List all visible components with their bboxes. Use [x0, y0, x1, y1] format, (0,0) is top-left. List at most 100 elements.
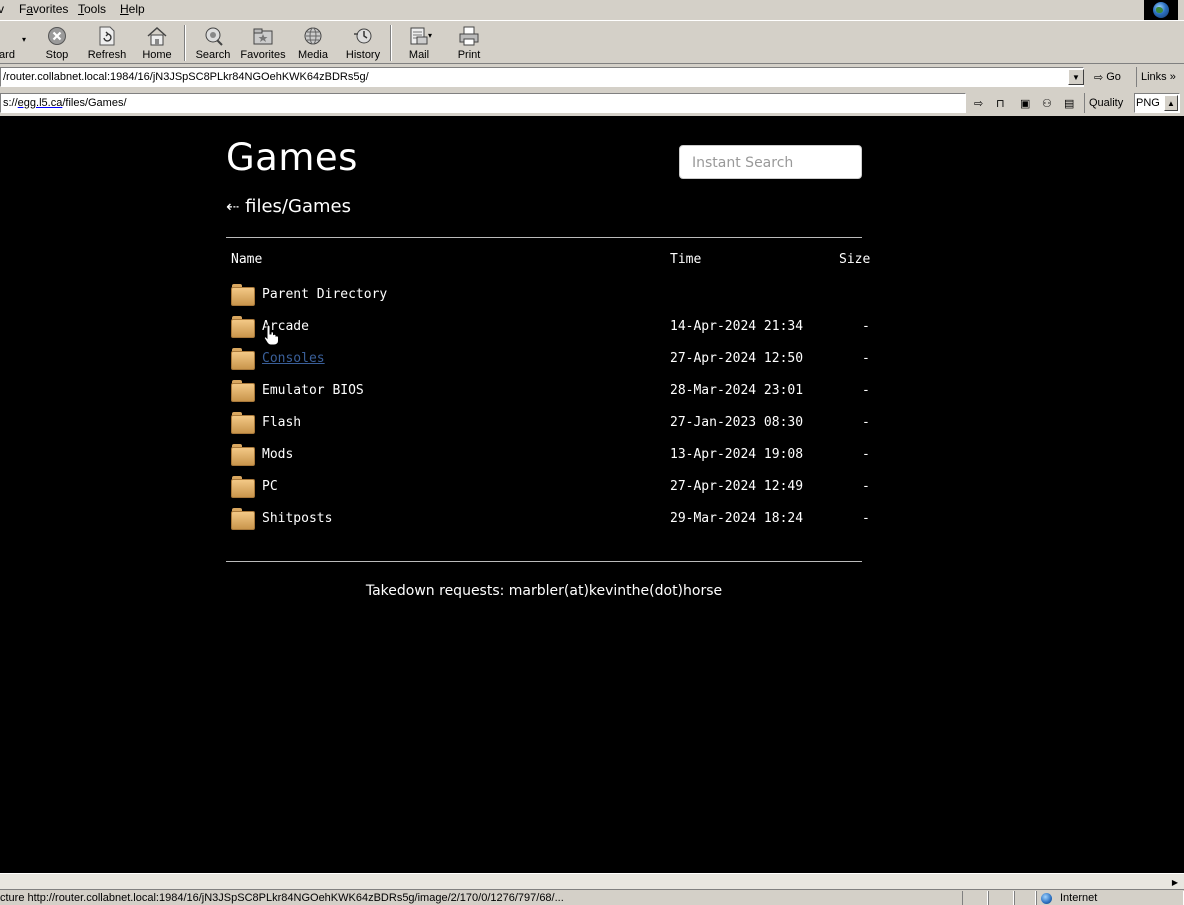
- print-label: Print: [457, 49, 481, 61]
- menu-tools[interactable]: Tools: [78, 2, 106, 16]
- print-button[interactable]: Print: [446, 25, 492, 63]
- format-spinner-icon[interactable]: ▲: [1164, 95, 1178, 111]
- quality-text: Quality: [1089, 97, 1124, 109]
- divider: [226, 237, 862, 238]
- favorites-folder-icon: [252, 25, 274, 47]
- file-time: 14-Apr-2024 21:34: [670, 319, 804, 334]
- address-dropdown-icon[interactable]: ▼: [1068, 69, 1084, 85]
- zone-pane: Internet: [1036, 891, 1184, 905]
- stop-button[interactable]: Stop: [34, 25, 80, 63]
- file-time: 29-Mar-2024 18:24: [670, 511, 804, 526]
- folder-icon: [231, 508, 255, 530]
- proxy-url-host: egg.l5.ca: [17, 97, 63, 109]
- table-row[interactable]: Flash 27-Jan-2023 08:30 -: [231, 412, 881, 438]
- proxy-url-input[interactable]: s://egg.l5.ca/files/Games/: [0, 93, 966, 113]
- folder-icon: [231, 284, 255, 306]
- file-size: -: [862, 415, 870, 430]
- menu-bar: v Favorites Tools Help: [0, 0, 1184, 20]
- file-size: -: [862, 319, 870, 334]
- refresh-label: Refresh: [87, 49, 127, 61]
- menu-favorites[interactable]: Favorites: [19, 2, 68, 16]
- history-button[interactable]: History: [340, 25, 386, 63]
- folder-icon: [231, 444, 255, 466]
- folder-icon: [231, 476, 255, 498]
- folder-icon: [231, 316, 255, 338]
- column-header-size[interactable]: Size: [839, 252, 870, 267]
- toolbar-separator: [390, 25, 392, 61]
- mail-label: Mail: [408, 49, 430, 61]
- proxy-url-path: /files/Games/: [62, 97, 127, 109]
- address-input[interactable]: /router.collabnet.local:1984/16/jN3JSpSC…: [0, 67, 1084, 87]
- file-size: -: [862, 383, 870, 398]
- status-text: cture http://router.collabnet.local:1984…: [0, 892, 564, 904]
- forward-arrow-icon: [0, 25, 18, 47]
- save-icon: ▣: [1020, 97, 1031, 110]
- menu-view[interactable]: v: [0, 2, 4, 16]
- refresh-icon: [96, 25, 118, 47]
- address-url: /router.collabnet.local:1984/16/jN3JSpSC…: [3, 71, 369, 83]
- file-name-link[interactable]: Parent Directory: [262, 287, 387, 302]
- home-button[interactable]: Home: [134, 25, 180, 63]
- page-title: Games: [226, 136, 358, 179]
- history-icon: [352, 25, 374, 47]
- table-row[interactable]: Mods 13-Apr-2024 19:08 -: [231, 444, 881, 470]
- internet-zone-icon: [1041, 892, 1052, 904]
- table-row[interactable]: Emulator BIOS 28-Mar-2024 23:01 -: [231, 380, 881, 406]
- file-size: -: [862, 351, 870, 366]
- file-time: 27-Jan-2023 08:30: [670, 415, 804, 430]
- search-label: Search: [195, 49, 231, 61]
- file-name-link[interactable]: Consoles: [262, 351, 325, 366]
- proxy-address-bar: s://egg.l5.ca/files/Games/ ⇨ ⊓ ▣ ⚇ ▤ Qua…: [0, 91, 1184, 115]
- folder-icon: [231, 412, 255, 434]
- status-pane: [962, 891, 988, 905]
- file-name-link[interactable]: PC: [262, 479, 278, 494]
- mail-icon: [408, 25, 430, 47]
- format-value: PNG: [1136, 97, 1160, 109]
- file-name-link[interactable]: Mods: [262, 447, 293, 462]
- horizontal-scrollbar[interactable]: ▶: [0, 873, 1184, 889]
- file-name-link[interactable]: Flash: [262, 415, 301, 430]
- table-row[interactable]: Parent Directory: [231, 284, 881, 310]
- page-content: Games Instant Search ⇠ files/Games Name …: [0, 116, 1184, 873]
- search-button[interactable]: Search: [190, 25, 236, 63]
- proxy-go-button[interactable]: ⇨: [970, 93, 987, 113]
- binoculars-icon: ⚇: [1042, 97, 1052, 110]
- go-button[interactable]: ⇨ Go: [1090, 67, 1125, 87]
- clipboard-button[interactable]: ▤: [1060, 93, 1078, 113]
- arrow-right-icon: ⇨: [974, 97, 984, 110]
- column-header-time[interactable]: Time: [670, 252, 701, 267]
- favorites-button[interactable]: Favorites: [240, 25, 286, 63]
- find-button[interactable]: ⚇: [1038, 93, 1056, 113]
- instant-search-input[interactable]: Instant Search: [679, 145, 862, 179]
- search-placeholder: Instant Search: [692, 155, 794, 171]
- home-label: Home: [142, 49, 172, 61]
- links-button[interactable]: Links »: [1136, 67, 1180, 87]
- toolbar-separator: [184, 25, 186, 61]
- file-size: -: [862, 511, 870, 526]
- table-row[interactable]: Arcade 14-Apr-2024 21:34-: [231, 316, 881, 342]
- column-header-name[interactable]: Name: [231, 252, 262, 267]
- refresh-button[interactable]: Refresh: [84, 25, 130, 63]
- forward-button[interactable]: ard: [0, 25, 30, 63]
- file-name-link[interactable]: Emulator BIOS: [262, 383, 364, 398]
- globe-icon: [1153, 2, 1169, 18]
- table-row[interactable]: Consoles 27-Apr-2024 12:50 -: [231, 348, 881, 374]
- mail-button[interactable]: Mail: [396, 25, 442, 63]
- forward-dropdown-icon[interactable]: ▾: [22, 35, 26, 44]
- save-page-button[interactable]: ▣: [1016, 93, 1034, 113]
- table-row[interactable]: Shitposts 29-Mar-2024 18:24 -: [231, 508, 881, 534]
- takedown-footer: Takedown requests: marbler(at)kevinthe(d…: [365, 583, 723, 599]
- breadcrumb[interactable]: ⇠ files/Games: [226, 196, 351, 217]
- file-time: 13-Apr-2024 19:08: [670, 447, 804, 462]
- scroll-right-icon[interactable]: ▶: [1168, 875, 1182, 889]
- mail-dropdown-icon[interactable]: ▾: [428, 31, 432, 40]
- file-name-link[interactable]: Shitposts: [262, 511, 332, 526]
- media-button[interactable]: Media: [290, 25, 336, 63]
- chevron-right-icon: »: [1169, 71, 1176, 83]
- folder-icon: [231, 348, 255, 370]
- zone-label: Internet: [1060, 892, 1098, 904]
- table-row[interactable]: PC 27-Apr-2024 12:49 -: [231, 476, 881, 502]
- menu-help[interactable]: Help: [120, 2, 145, 16]
- hand-pointer-icon: [263, 324, 279, 346]
- bookmark-button[interactable]: ⊓: [992, 93, 1009, 113]
